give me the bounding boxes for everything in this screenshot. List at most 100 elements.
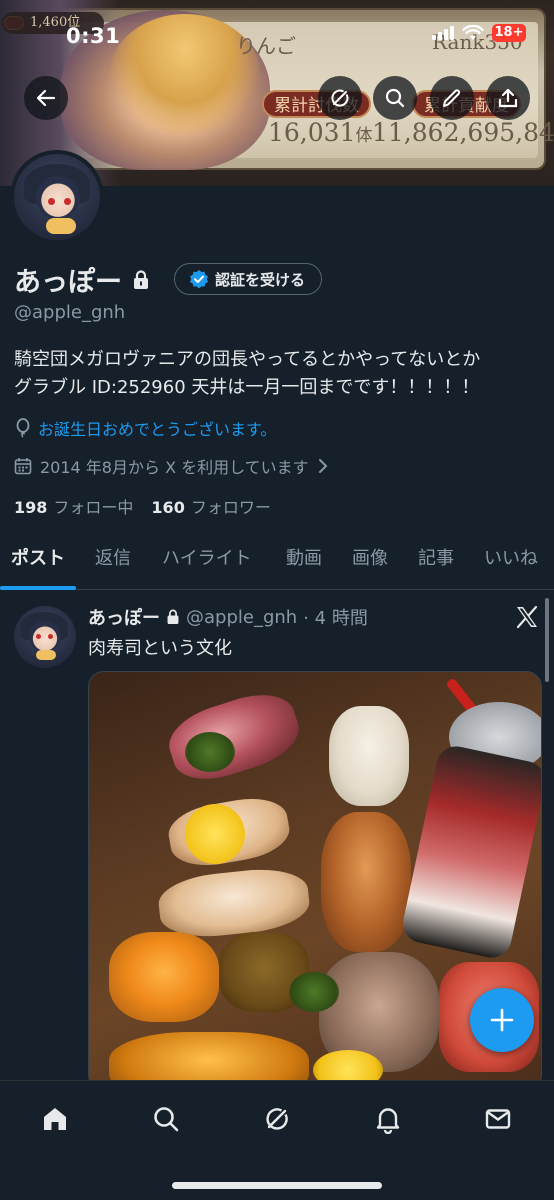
- search-icon: [154, 1107, 179, 1132]
- display-name: あっぽー: [14, 267, 122, 298]
- active-tab-indicator: [0, 586, 76, 590]
- avatar-eye: [36, 634, 41, 639]
- search-button[interactable]: [373, 76, 417, 120]
- avatar-eye: [48, 634, 53, 639]
- tab-label: ポスト: [11, 548, 65, 569]
- joined-date[interactable]: 2014 年8月から X を利用しています: [14, 454, 329, 478]
- birthday-link[interactable]: お誕生日おめでとうございます。: [14, 416, 276, 440]
- bio-line: グラブル ID:252960 天井は一月一回までです！！！！！: [14, 377, 480, 398]
- following-label: フォロー中: [53, 498, 134, 517]
- tab-videos[interactable]: 動画: [286, 536, 322, 590]
- bell-icon: [376, 1108, 400, 1134]
- banner-stat2-value: 11,862,695,845: [372, 118, 554, 147]
- avatar-eye: [64, 198, 71, 205]
- birthday-text: お誕生日おめでとうございます。: [38, 420, 277, 439]
- lock-icon: [134, 269, 148, 289]
- image-egg-topping: [185, 804, 245, 864]
- arrow-left-icon: [36, 89, 56, 107]
- banner-stat1-value: 16,031体: [268, 118, 372, 147]
- followers-label: フォロワー: [190, 498, 271, 517]
- mail-icon: [485, 1109, 511, 1129]
- tab-label: 記事: [418, 548, 454, 569]
- profile-tabs: ポスト 返信 ハイライト 動画 画像 記事 いいね: [0, 536, 554, 590]
- tab-label: いいね: [484, 548, 538, 569]
- cellular-signal-icon: [432, 26, 454, 40]
- joined-text: 2014 年8月から X を利用しています: [40, 458, 309, 477]
- lock-icon: [167, 609, 179, 624]
- tab-likes[interactable]: いいね: [484, 536, 538, 590]
- tweet-timestamp[interactable]: · 4 時間: [303, 604, 368, 630]
- edit-profile-button[interactable]: [430, 76, 474, 120]
- tab-articles[interactable]: 記事: [418, 536, 454, 590]
- banner-stat1-unit: 体: [355, 126, 373, 146]
- nav-notifications[interactable]: [366, 1097, 410, 1141]
- bio-line: 騎空団メガロヴァニアの団長やってるとかやってないとか: [14, 349, 481, 370]
- battery-indicator: 18+: [492, 24, 526, 42]
- tweet-author-name[interactable]: あっぽー: [88, 604, 160, 630]
- nav-search[interactable]: [144, 1097, 188, 1141]
- followers-count: 160: [151, 498, 185, 517]
- share-button[interactable]: [486, 76, 530, 120]
- plus-icon: [490, 1008, 514, 1032]
- wifi-icon: [462, 25, 484, 40]
- status-icons: 18+: [432, 24, 526, 42]
- calendar-icon: [14, 458, 32, 475]
- grok-icon: [266, 1108, 288, 1130]
- grok-button[interactable]: [318, 76, 362, 120]
- verify-label: 認証を受ける: [215, 270, 306, 289]
- nav-messages[interactable]: [476, 1097, 520, 1141]
- edit-icon: [443, 89, 461, 107]
- image-sushi-piece: [156, 864, 312, 942]
- profile-avatar[interactable]: [10, 150, 104, 244]
- compose-button[interactable]: [470, 988, 534, 1052]
- image-sushi-piece: [161, 683, 307, 791]
- status-time: 0:31: [66, 24, 121, 48]
- avatar-eye: [48, 198, 55, 205]
- profile-handle: @apple_gnh: [14, 302, 126, 323]
- tab-posts[interactable]: ポスト: [0, 536, 76, 590]
- followers-link[interactable]: 160 フォロワー: [151, 494, 270, 518]
- balloon-icon: [16, 418, 30, 438]
- tab-label: 画像: [352, 548, 388, 569]
- following-count: 198: [14, 498, 48, 517]
- avatar-face: [36, 176, 80, 220]
- search-icon: [385, 88, 405, 108]
- home-indicator: [172, 1182, 382, 1189]
- avatar-face: [29, 621, 61, 653]
- following-link[interactable]: 198 フォロー中: [14, 494, 133, 518]
- get-verified-button[interactable]: 認証を受ける: [174, 263, 323, 295]
- nav-grok[interactable]: [255, 1097, 299, 1141]
- chevron-right-icon: [318, 459, 328, 473]
- image-sushi-piece: [329, 706, 409, 806]
- home-icon: [44, 1108, 66, 1130]
- image-garnish: [289, 972, 339, 1012]
- verified-badge-icon: [190, 270, 208, 289]
- profile-bio: 騎空団メガロヴァニアの団長やってるとかやってないとか グラブル ID:25296…: [14, 346, 544, 402]
- x-logo-icon: [516, 605, 538, 629]
- tab-replies[interactable]: 返信: [95, 536, 131, 590]
- tweet-avatar[interactable]: [14, 606, 76, 668]
- tweet-text: 肉寿司という文化: [88, 638, 232, 659]
- avatar-hand: [46, 218, 76, 234]
- tab-label: ハイライト: [162, 548, 252, 569]
- image-garnish: [185, 732, 235, 772]
- banner-stat1-number: 16,031: [268, 118, 356, 147]
- banner-title: りんご: [236, 34, 296, 58]
- image-hand-roll: [399, 742, 541, 962]
- tweet-author-handle[interactable]: @apple_gnh: [186, 607, 297, 628]
- nav-home[interactable]: [33, 1097, 77, 1141]
- tweet-header: あっぽー @apple_gnh · 4 時間: [88, 604, 368, 630]
- back-button[interactable]: [24, 76, 68, 120]
- share-icon: [498, 88, 518, 108]
- image-inari: [109, 932, 219, 1022]
- tab-label: 動画: [286, 548, 322, 569]
- grok-icon: [331, 89, 349, 107]
- image-sushi-piece: [321, 812, 411, 952]
- tab-highlights[interactable]: ハイライト: [162, 536, 252, 590]
- tab-media[interactable]: 画像: [352, 536, 388, 590]
- avatar-hand: [36, 650, 56, 660]
- scrollbar[interactable]: [545, 598, 549, 682]
- tab-label: 返信: [95, 548, 131, 569]
- follow-stats: 198 フォロー中 160 フォロワー: [14, 494, 271, 518]
- profile-name-row: あっぽー: [14, 260, 150, 299]
